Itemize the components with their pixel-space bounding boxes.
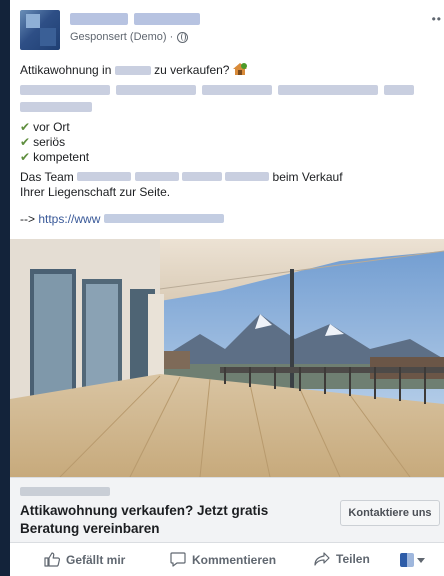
chevron-down-icon xyxy=(417,557,425,563)
headline-before: Attikawohnung in xyxy=(20,63,112,77)
thumbs-up-icon xyxy=(44,552,60,567)
comment-bubble-icon xyxy=(170,552,186,567)
action-bar: Gefällt mir Kommentieren Teilen xyxy=(10,542,444,576)
check-item: ✔ seriös xyxy=(20,135,66,149)
redacted-paragraph xyxy=(20,85,432,116)
cta-domain-redacted xyxy=(20,487,110,496)
post-header: Gesponsert (Demo) · •• xyxy=(20,10,441,50)
globe-icon xyxy=(177,31,189,43)
cta-title[interactable]: Attikawohnung verkaufen? Jetzt gratis Be… xyxy=(20,502,320,538)
check-list: ✔ vor Ort ✔ seriös ✔ kompetent xyxy=(20,120,432,165)
headline-after: zu verkaufen? xyxy=(154,63,230,77)
check-icon: ✔ xyxy=(20,150,31,164)
share-arrow-icon xyxy=(314,552,330,566)
like-button[interactable]: Gefällt mir xyxy=(44,552,125,567)
more-icon[interactable]: •• xyxy=(432,12,442,26)
reaction-selector[interactable] xyxy=(400,553,425,567)
post-link-line: --> https://www xyxy=(20,212,432,227)
check-item: ✔ vor Ort xyxy=(20,120,70,134)
redacted-location xyxy=(114,66,151,76)
sponsored-line: Gesponsert (Demo) · xyxy=(70,31,189,43)
comment-button[interactable]: Kommentieren xyxy=(170,552,276,567)
ad-image[interactable] xyxy=(10,239,444,477)
ad-post-card: Gesponsert (Demo) · •• Attikawohnung in … xyxy=(10,0,444,576)
team-paragraph: Das Team beim Verkauf Ihrer Liegenschaft… xyxy=(20,170,343,199)
terrace-photo xyxy=(10,239,444,477)
check-icon: ✔ xyxy=(20,135,31,149)
post-link[interactable]: https://www xyxy=(38,212,100,226)
house-emoji xyxy=(232,63,247,75)
page-reaction-avatar xyxy=(400,553,414,567)
check-icon: ✔ xyxy=(20,120,31,134)
cta-area[interactable]: Attikawohnung verkaufen? Jetzt gratis Be… xyxy=(10,477,444,542)
page-avatar[interactable] xyxy=(20,10,60,50)
headline: Attikawohnung in zu verkaufen? xyxy=(20,63,432,78)
page-name-redacted[interactable] xyxy=(70,13,220,25)
check-item: ✔ kompetent xyxy=(20,150,90,164)
sponsored-label: Gesponsert (Demo) · xyxy=(70,31,174,43)
contact-button[interactable]: Kontaktiere uns xyxy=(340,500,440,526)
share-button[interactable]: Teilen xyxy=(314,552,370,566)
